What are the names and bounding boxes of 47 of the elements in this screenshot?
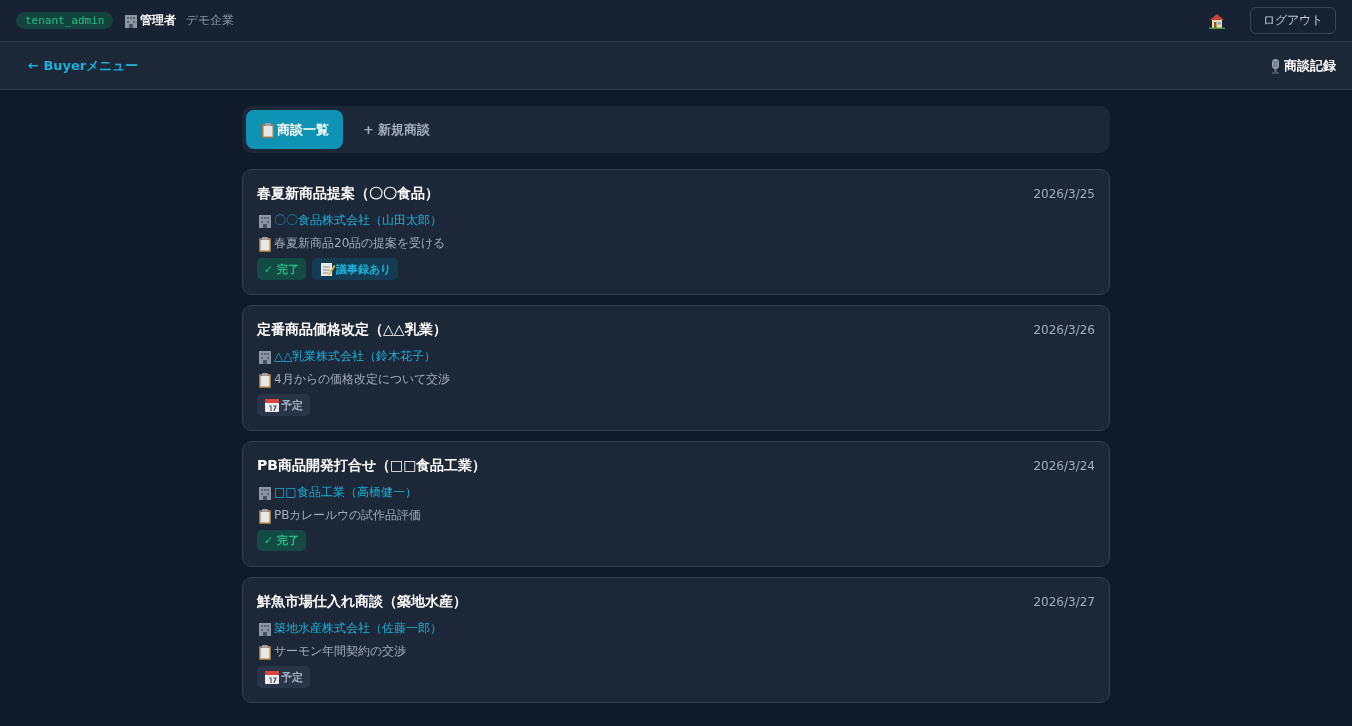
clipboard-icon [257, 371, 273, 388]
building-icon [257, 620, 273, 637]
tab[interactable]: + 新規商談 [347, 110, 447, 149]
meeting-date: 2026/3/27 [1033, 595, 1095, 609]
meeting-note: 4月からの価格改定について交渉 [274, 371, 450, 388]
back-link[interactable]: ← Buyerメニュー [28, 56, 139, 75]
status-tag: ✓ 完了 [257, 530, 307, 551]
meeting-date: 2026/3/24 [1033, 459, 1095, 473]
supplier-name: 〇〇食品株式会社（山田太郎） [274, 212, 442, 229]
page-title: 商談記録 [1284, 56, 1336, 75]
building-icon [257, 484, 273, 501]
clipboard-icon [257, 235, 273, 252]
meeting-note: サーモン年間契約の交渉 [274, 643, 406, 660]
company-name: デモ企業 [186, 12, 235, 29]
user-name: 管理者 [140, 12, 177, 29]
supplier-name: □□食品工業（高橋健一） [274, 484, 417, 501]
logout-button[interactable]: ログアウト [1250, 7, 1336, 34]
memo-icon [319, 261, 336, 277]
meeting-title: PB商品開発打合せ（□□食品工業） [257, 457, 487, 475]
meeting-note: 春夏新商品20品の提案を受ける [274, 235, 446, 252]
status-tag: ✓ 完了 [257, 258, 307, 280]
meeting-title: 定番商品価格改定（△△乳業） [257, 321, 447, 339]
role-badge: tenant_admin [16, 12, 114, 29]
meeting-title: 春夏新商品提案（〇〇食品） [257, 185, 439, 203]
building-icon [257, 348, 273, 365]
building-icon [257, 212, 273, 229]
supplier-name: △△乳業株式会社（鈴木花子） [274, 348, 437, 365]
clipboard-icon [260, 121, 276, 138]
clipboard-icon [257, 507, 273, 524]
clipboard-icon [257, 643, 273, 660]
supplier-name: 築地水産株式会社（佐藤一郎） [274, 620, 442, 637]
meeting-card[interactable]: 鮮魚市場仕入れ商談（築地水産） 2026/3/27 築地水産株式会社（佐藤一郎） サーモン年間契約の交渉 予定 [242, 577, 1110, 703]
tab[interactable]: 商談一覧 [246, 110, 343, 149]
meeting-note: PBカレールウの試作品評価 [274, 507, 422, 524]
status-tag: 予定 [257, 394, 310, 416]
status-tag: 議事録あり [312, 258, 399, 280]
meeting-title: 鮮魚市場仕入れ商談（築地水産） [257, 593, 467, 611]
meeting-card[interactable]: 定番商品価格改定（△△乳業） 2026/3/26 △△乳業株式会社（鈴木花子） 4月からの価格改定について交渉 予定 [242, 305, 1110, 431]
meeting-date: 2026/3/26 [1033, 323, 1095, 337]
status-tag: 予定 [257, 666, 310, 688]
meeting-date: 2026/3/25 [1033, 187, 1095, 201]
calendar-icon [264, 397, 280, 413]
building-icon [123, 12, 140, 29]
meeting-card[interactable]: 春夏新商品提案（〇〇食品） 2026/3/25 〇〇食品株式会社（山田太郎） 春夏新商品20品の提案を受ける ✓ 完了 議事録あり [242, 169, 1110, 295]
home-icon[interactable] [1208, 11, 1226, 30]
meeting-card[interactable]: PB商品開発打合せ（□□食品工業） 2026/3/24 □□食品工業（高橋健一） PBカレールウの試作品評価 ✓ 完了 [242, 441, 1110, 567]
calendar-icon [264, 669, 280, 685]
